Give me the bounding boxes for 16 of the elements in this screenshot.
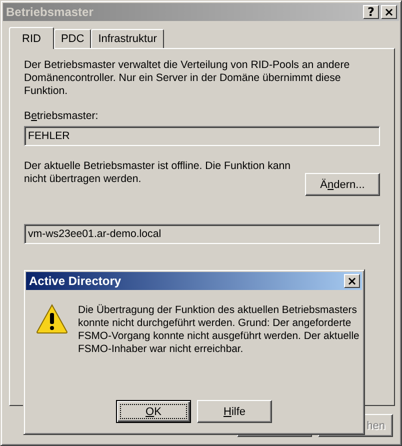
field-label: Betriebsmaster: (24, 110, 98, 122)
close-button[interactable]: × (344, 274, 360, 288)
error-message: Die Übertragung der Funktion des aktuellen Betriebsmasters konnte nicht durchgeführt werden. Grund: Der angeforderte FSMO-Vorgang konnte nicht ausgeführt werden. Der aktuelle FSMO-Inhaber war nicht erreichbar. (78, 304, 360, 356)
tab[interactable]: PDC (54, 29, 92, 48)
description-text: Der Betriebsmaster verwaltet die Verteilung von RID-Pools an andere Domänencontroller. Nur ein Server in der Domäne übernimmt diese Funktion. (24, 59, 351, 98)
tab[interactable]: RID (9, 27, 54, 49)
tab[interactable]: Infrastruktur (91, 29, 164, 48)
dialog-title: Active Directory (29, 274, 122, 288)
status-text: Der aktuelle Betriebsmaster ist offline. Die Funktion kann nicht übertragen werden. (24, 160, 292, 187)
warning-icon (36, 304, 68, 334)
window-title: Betriebsmaster (6, 5, 94, 19)
master-field[interactable]: FEHLER (24, 126, 380, 146)
help-button[interactable]: Hilfe (197, 400, 272, 423)
change-button[interactable]: Ändern... (305, 173, 380, 196)
ok-button[interactable]: OK (116, 400, 191, 423)
target-field[interactable]: vm-ws23ee01.ar-demo.local (24, 224, 380, 244)
